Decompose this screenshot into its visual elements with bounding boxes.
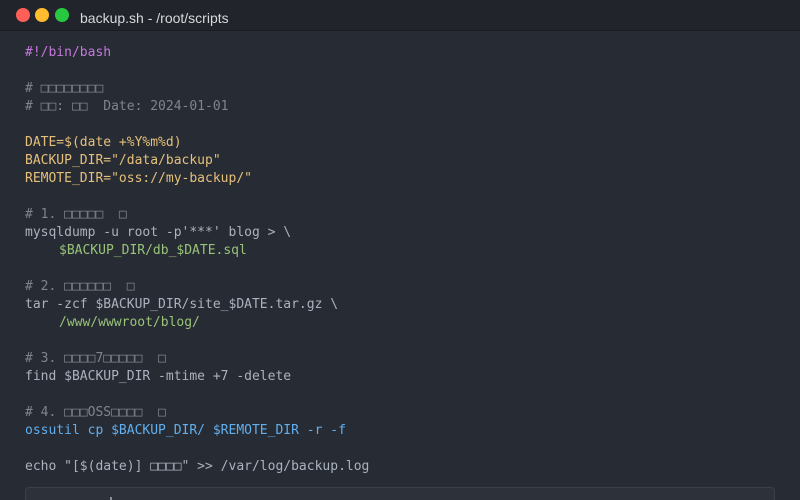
code-line-date-var: DATE=$(date +%Y%m%d) [25,135,182,150]
code-line-tar-source: /www/wwwroot/blog/ [59,315,200,330]
code-line-comment: # □□□□□□□□ [25,81,104,96]
code-line-ossutil: ossutil cp $BACKUP_DIR/ $REMOTE_DIR -r -… [25,423,346,438]
code-line-comment: # 2. □□□□□□ □ [25,279,135,294]
code-line-tar: tar -zcf $BACKUP_DIR/site_$DATE.tar.gz \ [25,297,339,312]
code-line-comment: # 4. □□□OSS□□□□ □ [25,405,166,420]
code-line-remote-dir-var: REMOTE_DIR="oss://my-backup/" [25,171,252,186]
close-button[interactable] [16,8,30,22]
code-line-echo: echo "[$(date)] □□□□" >> /var/log/backup… [25,459,370,474]
code-line-mysqldump: mysqldump -u root -p'***' blog > \ [25,225,292,240]
code-line-shebang: #!/bin/bash [25,45,112,60]
code-line-find: find $BACKUP_DIR -mtime +7 -delete [25,369,292,384]
bottom-panel[interactable] [25,487,775,500]
code-line-comment: # 3. □□□□7□□□□□ □ [25,351,166,366]
code-line-mysqldump-target: $BACKUP_DIR/db_$DATE.sql [59,243,247,258]
code-editor[interactable]: #!/bin/bash # □□□□□□□□ # □□: □□ Date: 20… [25,44,800,476]
title-bar: backup.sh - /root/scripts [0,0,800,31]
window-title: backup.sh - /root/scripts [80,10,229,26]
minimize-button[interactable] [35,8,49,22]
maximize-button[interactable] [55,8,69,22]
code-line-comment: # 1. □□□□□ □ [25,207,127,222]
code-line-backup-dir-var: BACKUP_DIR="/data/backup" [25,153,221,168]
editor-window: backup.sh - /root/scripts #!/bin/bash # … [0,0,800,500]
code-line-comment: # □□: □□ Date: 2024-01-01 [25,99,229,114]
